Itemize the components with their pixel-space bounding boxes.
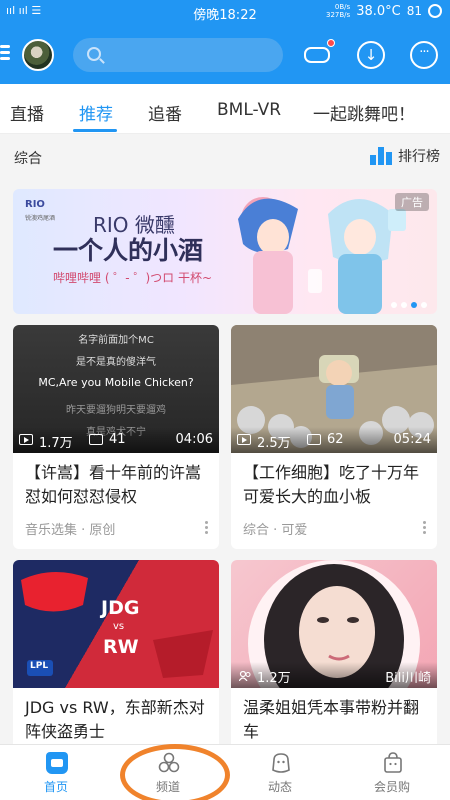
nav-dynamic[interactable]: 动态 [230, 745, 330, 800]
search-input[interactable] [73, 38, 283, 72]
video-duration: 05:24 [393, 432, 431, 447]
live-thumbnail: 1.2万 Bili川崎 [231, 560, 437, 688]
home-icon [46, 752, 68, 774]
nav-home[interactable]: 首页 [6, 745, 106, 800]
online-count: 1.2万 [257, 671, 291, 686]
menu-icon[interactable] [0, 42, 10, 66]
chat-icon[interactable]: ··· [410, 41, 438, 69]
danmaku-icon [307, 434, 321, 445]
battery-ring-icon [428, 4, 442, 18]
view-count: 1.7万 [39, 436, 73, 451]
nav-shop[interactable]: 会员购 [342, 745, 442, 800]
banner-title-line3: 哔哩哔哩 ( ゜- ゜)つロ 干杯~ [53, 271, 213, 285]
temperature: 38.0°C [356, 3, 401, 19]
category-tabs: 直播 推荐 追番 BML-VR 一起跳舞吧！ [0, 84, 450, 134]
live-title: 温柔姐姐凭本事带粉并翻车 [243, 698, 420, 741]
ad-banner[interactable]: RIO 锐澳鸡尾酒 RIO 微醺 一个人的小酒 哔哩哔哩 ( ゜- ゜)つロ 干… [13, 189, 437, 314]
status-right: 0B/s 327B/s 38.0°C 81 [326, 3, 442, 19]
active-tab-indicator [73, 129, 117, 132]
video-card[interactable]: 名字前面加个MC 是不是真的傻洋气 MC,Are you Mobile Chic… [13, 325, 219, 549]
more-options-icon[interactable] [205, 521, 209, 535]
banner-title-line2: 一个人的小酒 [53, 236, 204, 265]
video-card[interactable]: JDG vs RW LPL JDG vs RW，东部新杰对阵侠盗勇士 [13, 560, 219, 744]
team-jdg: JDG [101, 597, 140, 619]
tab-bml-vr[interactable]: BML-VR [217, 100, 281, 120]
vs-label: vs [113, 621, 125, 632]
team-rw: RW [103, 636, 139, 658]
uploader-badge: Bili川崎 [385, 671, 431, 686]
shop-icon [384, 752, 402, 773]
danmaku-count: 41 [109, 432, 126, 447]
status-bar: ııl ııl ☰ 傍晚18:22 0B/s 327B/s 38.0°C 81 [0, 0, 450, 24]
ranking-button[interactable]: 排行榜 [370, 146, 440, 166]
avatar[interactable] [22, 39, 54, 71]
network-speed: 0B/s 327B/s [326, 3, 351, 19]
video-thumbnail: 2.5万 62 05:24 [231, 325, 437, 453]
tab-recommend[interactable]: 推荐 [79, 100, 113, 125]
video-title: JDG vs RW，东部新杰对阵侠盗勇士 [25, 698, 205, 741]
video-thumbnail: 名字前面加个MC 是不是真的傻洋气 MC,Are you Mobile Chic… [13, 325, 219, 453]
online-users-icon [238, 670, 251, 682]
video-card[interactable]: 2.5万 62 05:24 【工作细胞】吃了十万年可爱长大的血小板 综合 · 可… [231, 325, 437, 549]
danmaku-count: 62 [327, 432, 344, 447]
dynamic-icon [272, 753, 290, 773]
tab-live[interactable]: 直播 [10, 100, 44, 125]
danmaku-icon [89, 434, 103, 445]
battery-level: 81 [406, 4, 422, 18]
notification-dot [327, 39, 335, 47]
gamepad-icon[interactable] [303, 39, 335, 69]
play-count-icon [19, 434, 33, 445]
banner-pagination [391, 302, 427, 308]
more-options-icon[interactable] [423, 521, 427, 535]
view-count: 2.5万 [257, 436, 291, 451]
section-header: 综合 排行榜 [0, 134, 450, 178]
video-title: 【许嵩】看十年前的许嵩怼如何怼怼侵权 [25, 463, 202, 506]
ranking-icon [370, 147, 392, 165]
tab-dance[interactable]: 一起跳舞吧！ [313, 100, 415, 125]
banner-illustration [238, 197, 406, 314]
tab-anime[interactable]: 追番 [148, 100, 182, 125]
live-card[interactable]: 1.2万 Bili川崎 温柔姐姐凭本事带粉并翻车 [231, 560, 437, 744]
section-title: 综合 [14, 151, 42, 167]
video-duration: 04:06 [175, 432, 213, 447]
lpl-logo: LPL [30, 661, 49, 671]
highlight-annotation-circle [120, 744, 230, 800]
ranking-label: 排行榜 [398, 149, 440, 165]
video-thumbnail: JDG vs RW LPL [13, 560, 219, 688]
download-icon[interactable]: ↓ [357, 41, 385, 69]
video-title: 【工作细胞】吃了十万年可爱长大的血小板 [243, 463, 420, 506]
video-tag: 音乐选集 · 原创 [25, 523, 116, 538]
ad-badge: 广告 [395, 193, 429, 211]
app-header: ↓ ··· [0, 28, 450, 84]
banner-brand-sub: 锐澳鸡尾酒 [25, 215, 56, 222]
play-count-icon [237, 434, 251, 445]
search-icon [87, 47, 101, 61]
banner-brand: RIO [25, 199, 45, 210]
video-tag: 综合 · 可爱 [243, 523, 308, 538]
